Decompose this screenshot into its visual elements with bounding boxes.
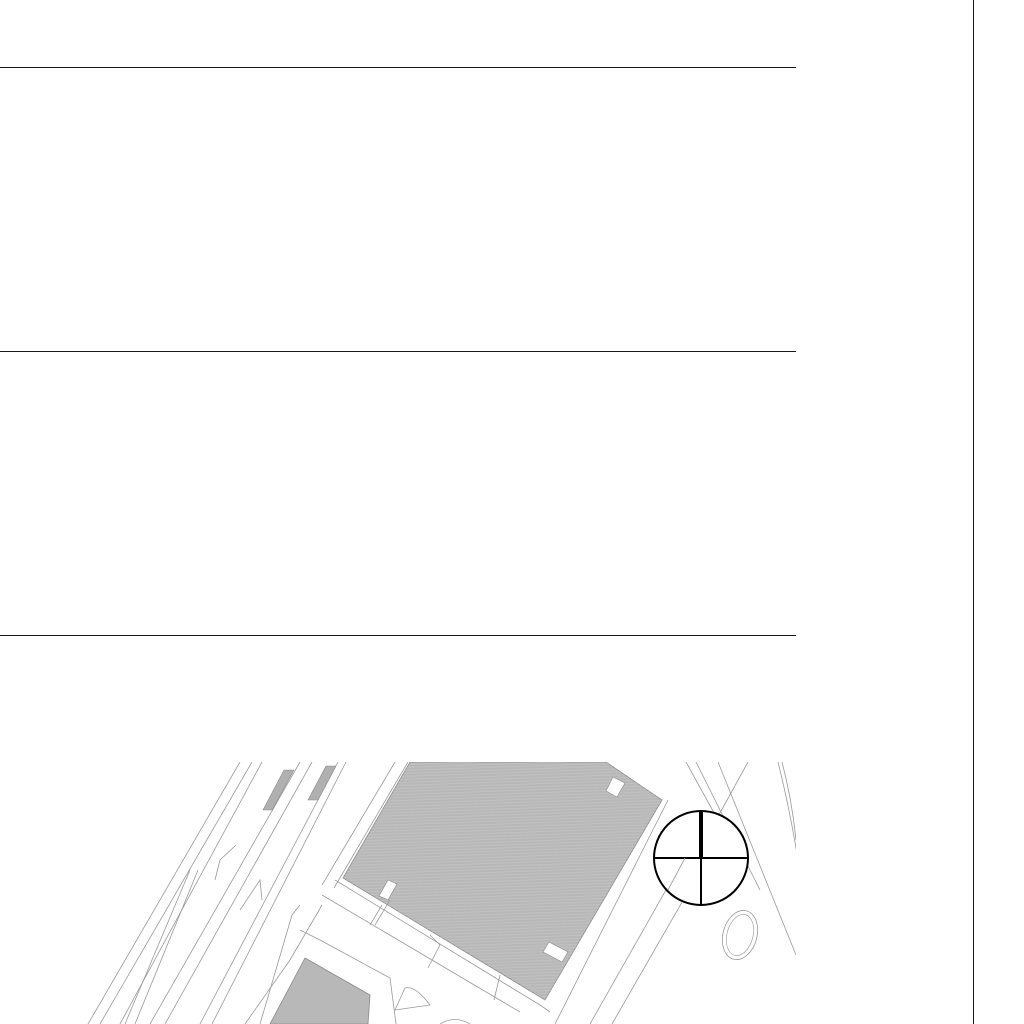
drawing-sheet	[0, 0, 1024, 1024]
site-plan-drawing	[87, 762, 796, 1024]
roundabout-island	[721, 910, 759, 960]
main-building	[342, 762, 663, 1001]
north-arrow-icon	[653, 810, 749, 906]
street-lines	[87, 762, 409, 1024]
